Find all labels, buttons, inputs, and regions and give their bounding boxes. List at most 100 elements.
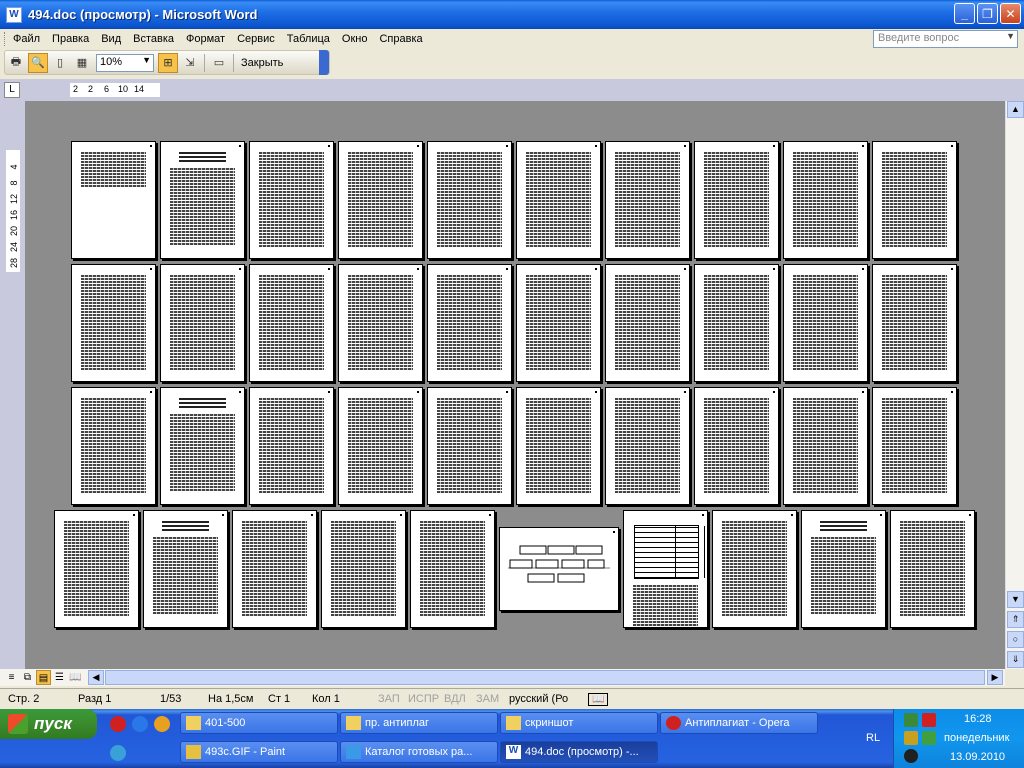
toolbar-options-icon[interactable] bbox=[319, 50, 329, 75]
show-desktop-icon[interactable] bbox=[110, 745, 126, 761]
opera-icon[interactable] bbox=[110, 716, 126, 732]
one-page-icon[interactable]: ▯ bbox=[50, 53, 70, 73]
word-app-icon[interactable]: W bbox=[6, 6, 22, 23]
page-thumbnail[interactable] bbox=[783, 387, 868, 505]
scroll-left-icon[interactable]: ◀ bbox=[88, 670, 104, 685]
menu-table[interactable]: Таблица bbox=[281, 33, 336, 45]
view-ruler-icon[interactable]: ⊞ bbox=[158, 52, 178, 73]
scroll-down-icon[interactable]: ▼ bbox=[1007, 591, 1024, 608]
page-thumbnail[interactable] bbox=[160, 141, 245, 259]
spelling-book-icon[interactable]: 📖 bbox=[588, 693, 609, 706]
page-thumbnail[interactable] bbox=[499, 527, 619, 611]
page-thumbnail[interactable] bbox=[143, 510, 228, 628]
page-thumbnail[interactable] bbox=[160, 264, 245, 382]
multiple-pages-icon[interactable]: ▦ bbox=[72, 53, 92, 73]
page-thumbnail[interactable] bbox=[890, 510, 975, 628]
web-layout-icon[interactable]: ⧉ bbox=[20, 670, 35, 685]
zoom-select[interactable]: 10% ▼ bbox=[96, 53, 154, 72]
page-thumbnail[interactable] bbox=[427, 387, 512, 505]
restore-button[interactable]: ❐ bbox=[977, 3, 998, 24]
page-thumbnail[interactable] bbox=[694, 387, 779, 505]
tab-selector-icon[interactable]: L bbox=[4, 82, 20, 98]
chevron-down-icon[interactable]: ▼ bbox=[1006, 31, 1015, 41]
menu-tools[interactable]: Сервис bbox=[231, 33, 281, 45]
network-icon[interactable] bbox=[904, 713, 918, 727]
menu-help[interactable]: Справка bbox=[373, 33, 428, 45]
status-ext[interactable]: ВДЛ bbox=[444, 693, 466, 705]
update-icon[interactable] bbox=[922, 731, 936, 745]
page-thumbnail[interactable] bbox=[605, 141, 690, 259]
page-thumbnail[interactable] bbox=[249, 387, 334, 505]
page-thumbnail[interactable] bbox=[54, 510, 139, 628]
full-screen-icon[interactable]: ▭ bbox=[209, 53, 229, 73]
menu-file[interactable]: Файл bbox=[7, 33, 46, 45]
minimize-button[interactable]: _ bbox=[954, 3, 975, 24]
print-preview-area[interactable] bbox=[25, 101, 1005, 669]
internet-explorer-icon[interactable] bbox=[132, 716, 148, 732]
page-thumbnail[interactable] bbox=[801, 510, 886, 628]
page-thumbnail[interactable] bbox=[623, 510, 708, 628]
shrink-to-fit-icon[interactable]: ⇲ bbox=[180, 53, 200, 73]
page-thumbnail[interactable] bbox=[694, 141, 779, 259]
horizontal-scroll-thumb[interactable] bbox=[105, 670, 985, 685]
page-thumbnail[interactable] bbox=[338, 264, 423, 382]
vertical-ruler[interactable]: 4 8 12 16 20 24 28 bbox=[6, 150, 20, 272]
magnifier-icon[interactable]: 🔍 bbox=[28, 52, 48, 73]
browse-object-icon[interactable]: ○ bbox=[1007, 631, 1024, 648]
page-thumbnail[interactable] bbox=[783, 264, 868, 382]
page-thumbnail[interactable] bbox=[249, 141, 334, 259]
page-thumbnail[interactable] bbox=[516, 264, 601, 382]
page-thumbnail[interactable] bbox=[71, 141, 156, 259]
task-opera[interactable]: Антиплагиат - Opera bbox=[660, 712, 818, 734]
menu-insert[interactable]: Вставка bbox=[127, 33, 180, 45]
page-thumbnail[interactable] bbox=[712, 510, 797, 628]
menu-view[interactable]: Вид bbox=[95, 33, 127, 45]
page-thumbnail[interactable] bbox=[160, 387, 245, 505]
outline-view-icon[interactable]: ☰ bbox=[52, 670, 67, 685]
page-thumbnail[interactable] bbox=[232, 510, 317, 628]
page-thumbnail[interactable] bbox=[321, 510, 406, 628]
task-word-active[interactable]: W 494.doc (просмотр) -... bbox=[500, 741, 658, 763]
close-button[interactable]: ✕ bbox=[1000, 3, 1021, 24]
page-thumbnail[interactable] bbox=[872, 264, 957, 382]
page-thumbnail[interactable] bbox=[71, 264, 156, 382]
scroll-right-icon[interactable]: ▶ bbox=[987, 670, 1003, 685]
page-thumbnail[interactable] bbox=[338, 141, 423, 259]
page-thumbnail[interactable] bbox=[427, 141, 512, 259]
volume-icon[interactable] bbox=[904, 749, 918, 763]
page-thumbnail[interactable] bbox=[872, 387, 957, 505]
media-player-icon[interactable] bbox=[154, 716, 170, 732]
page-thumbnail[interactable] bbox=[605, 387, 690, 505]
task-401-500[interactable]: 401-500 bbox=[180, 712, 338, 734]
page-thumbnail[interactable] bbox=[71, 387, 156, 505]
task-screenshot[interactable]: скриншот bbox=[500, 712, 658, 734]
print-icon[interactable]: 🖶 bbox=[6, 53, 26, 73]
task-paint[interactable]: 493c.GIF - Paint bbox=[180, 741, 338, 763]
print-layout-icon[interactable]: ▤ bbox=[36, 670, 51, 685]
menu-window[interactable]: Окно bbox=[336, 33, 374, 45]
reading-layout-icon[interactable]: 📖 bbox=[68, 670, 83, 685]
horizontal-ruler[interactable]: 2 2 6 10 14 bbox=[70, 83, 160, 97]
security-alert-icon[interactable] bbox=[922, 713, 936, 727]
status-rec[interactable]: ЗАП bbox=[378, 693, 400, 705]
chevron-down-icon[interactable]: ▼ bbox=[142, 55, 151, 65]
status-ovr[interactable]: ЗАМ bbox=[476, 693, 499, 705]
ask-question-input[interactable]: Введите вопрос ▼ bbox=[873, 30, 1018, 48]
previous-page-icon[interactable]: ⇑ bbox=[1007, 611, 1024, 628]
page-thumbnail[interactable] bbox=[516, 141, 601, 259]
page-thumbnail[interactable] bbox=[694, 264, 779, 382]
task-catalog[interactable]: Каталог готовых ра... bbox=[340, 741, 498, 763]
language-indicator[interactable]: RL bbox=[866, 732, 880, 744]
start-button[interactable]: пуск bbox=[0, 709, 97, 739]
task-pr-antiplag[interactable]: пр. антиплаг bbox=[340, 712, 498, 734]
close-preview-button[interactable]: Закрыть bbox=[237, 57, 287, 69]
status-language[interactable]: русский (Ро bbox=[509, 693, 568, 705]
page-thumbnail[interactable] bbox=[410, 510, 495, 628]
next-page-icon[interactable]: ⇓ bbox=[1007, 651, 1024, 668]
page-thumbnail[interactable] bbox=[427, 264, 512, 382]
menu-edit[interactable]: Правка bbox=[46, 33, 95, 45]
clock-time[interactable]: 16:28 bbox=[964, 713, 992, 725]
scroll-up-icon[interactable]: ▲ bbox=[1007, 101, 1024, 118]
page-thumbnail[interactable] bbox=[783, 141, 868, 259]
page-thumbnail[interactable] bbox=[338, 387, 423, 505]
